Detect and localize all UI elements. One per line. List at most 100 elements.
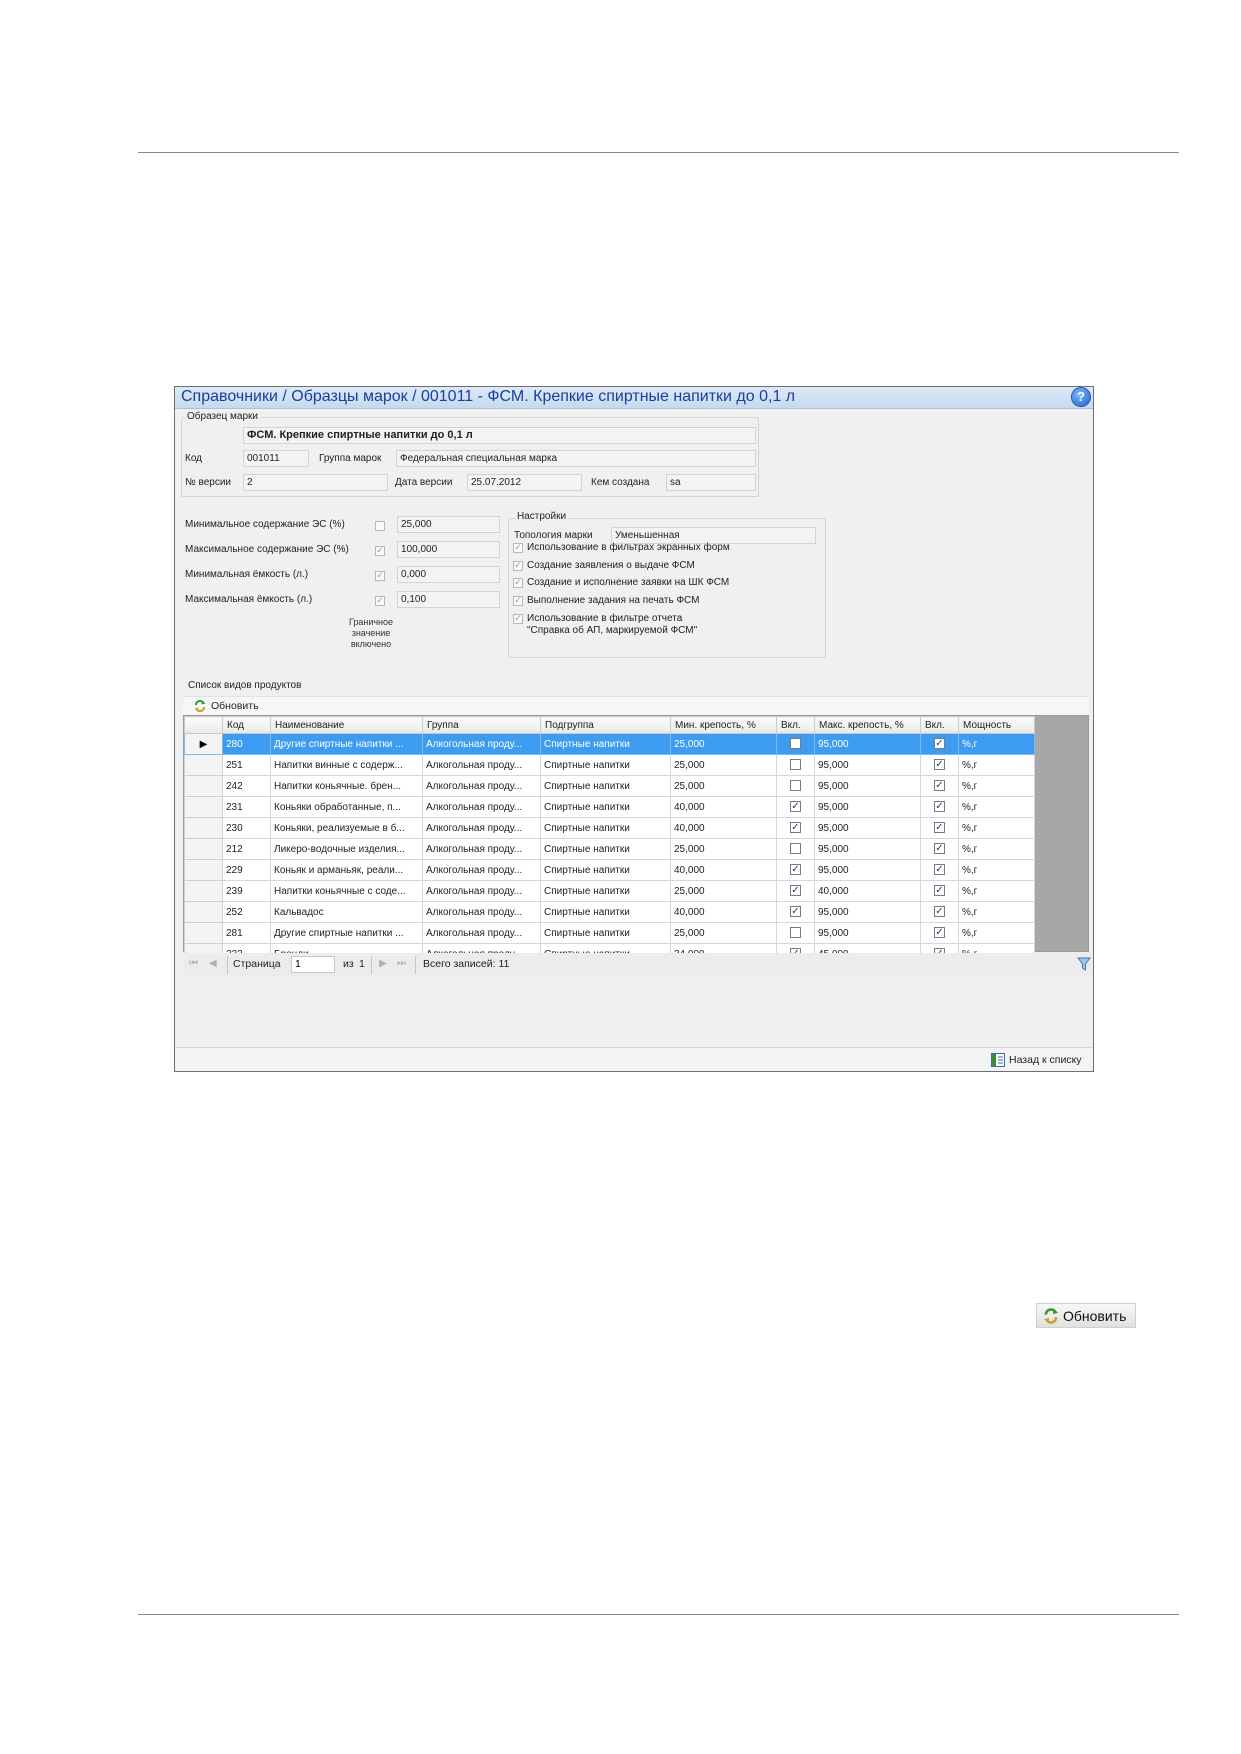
min-enabled-checkbox[interactable] — [790, 738, 801, 750]
column-header[interactable]: Вкл. — [776, 716, 815, 734]
table-row[interactable]: 239 Напитки коньячные с соде... Алкогольна… — [184, 880, 1035, 902]
min-enabled-cell — [776, 775, 815, 797]
max-enabled-checkbox[interactable]: ✓ — [934, 822, 945, 834]
page-footer-rule — [138, 1614, 1179, 1615]
max-enabled-checkbox[interactable]: ✓ — [934, 738, 945, 750]
column-header[interactable]: Наименование — [270, 716, 423, 734]
column-header[interactable]: Подгруппа — [540, 716, 671, 734]
power-cell: %,г — [958, 817, 1035, 839]
page-count: 1 — [359, 958, 365, 970]
column-header[interactable]: Группа — [422, 716, 541, 734]
max-vol-border-checkbox[interactable]: ✓ — [375, 596, 385, 606]
min-strength-cell: 25,000 — [670, 838, 777, 860]
group-cell: Алкогольная проду... — [422, 880, 541, 902]
max-es-border-checkbox[interactable]: ✓ — [375, 546, 385, 556]
table-row[interactable]: 212 Ликеро-водочные изделия... Алкогольная… — [184, 838, 1035, 860]
min-enabled-checkbox[interactable] — [790, 927, 801, 939]
back-to-list-button[interactable]: Назад к списку — [991, 1052, 1093, 1068]
sample-name-field[interactable]: ФСМ. Крепкие спиртные напитки до 0,1 л — [243, 427, 756, 444]
min-es-field[interactable]: 25,000 — [397, 516, 500, 533]
stamp-group-label: Группа марок — [319, 453, 382, 464]
column-header[interactable]: Код — [222, 716, 271, 734]
max-enabled-checkbox[interactable]: ✓ — [934, 843, 945, 855]
subgroup-cell: Спиртные напитки — [540, 922, 671, 944]
min-enabled-checkbox[interactable] — [790, 843, 801, 855]
version-date-label: Дата версии — [395, 477, 453, 488]
table-row[interactable]: 251 Напитки винные с содерж... Алкогольная… — [184, 754, 1035, 776]
max-es-field[interactable]: 100,000 — [397, 541, 500, 558]
table-row[interactable]: 229 Коньяк и арманьяк, реали... Алкогольна… — [184, 859, 1035, 881]
min-enabled-checkbox[interactable]: ✓ — [790, 801, 801, 813]
max-strength-cell: 95,000 — [814, 733, 921, 755]
min-strength-cell: 25,000 — [670, 733, 777, 755]
max-enabled-checkbox[interactable]: ✓ — [934, 864, 945, 876]
min-vol-label: Минимальная ёмкость (л.) — [185, 569, 309, 580]
help-icon[interactable]: ? — [1072, 388, 1090, 406]
standalone-refresh-button[interactable]: Обновить — [1036, 1303, 1136, 1328]
table-row[interactable]: 281 Другие спиртные напитки ... Алкогольна… — [184, 922, 1035, 944]
min-vol-border-checkbox[interactable]: ✓ — [375, 571, 385, 581]
table-row[interactable]: 230 Коньяки, реализуемые в б... Алкогольна… — [184, 817, 1035, 839]
column-header[interactable]: Мин. крепость, % — [670, 716, 777, 734]
power-cell: %,г — [958, 922, 1035, 944]
table-row[interactable]: 242 Напитки коньячные. брен... Алкогольная… — [184, 775, 1035, 797]
min-es-border-checkbox[interactable] — [375, 521, 385, 531]
row-selector[interactable] — [184, 901, 223, 923]
created-by-label: Кем создана — [591, 477, 650, 488]
window-footer: Назад к списку — [175, 1047, 1093, 1071]
prev-page-icon[interactable]: ◀ — [209, 958, 217, 969]
max-enabled-cell: ✓ — [920, 880, 959, 902]
max-enabled-checkbox[interactable]: ✓ — [934, 801, 945, 813]
created-by-field[interactable]: sa — [666, 474, 756, 491]
min-enabled-checkbox[interactable]: ✓ — [790, 864, 801, 876]
version-label: № версии — [185, 477, 232, 488]
row-selector[interactable] — [184, 838, 223, 860]
row-selector[interactable] — [184, 817, 223, 839]
version-date-field[interactable]: 25.07.2012 — [467, 474, 582, 491]
page-label: Страница — [233, 958, 281, 970]
row-selector[interactable] — [184, 880, 223, 902]
min-enabled-checkbox[interactable] — [790, 780, 801, 792]
min-enabled-checkbox[interactable] — [790, 759, 801, 771]
column-header[interactable]: Макс. крепость, % — [814, 716, 921, 734]
next-page-icon[interactable]: ▶ — [379, 958, 387, 969]
first-page-icon[interactable]: ⏮ — [189, 958, 198, 969]
row-selector[interactable] — [184, 859, 223, 881]
settings-option-checkbox[interactable]: ✓ — [513, 578, 523, 588]
column-header[interactable]: Вкл. — [920, 716, 959, 734]
row-selector[interactable]: ▶ — [184, 733, 223, 755]
row-selector[interactable] — [184, 775, 223, 797]
max-enabled-checkbox[interactable]: ✓ — [934, 927, 945, 939]
row-selector[interactable] — [184, 754, 223, 776]
settings-option-checkbox[interactable]: ✓ — [513, 561, 523, 571]
max-enabled-checkbox[interactable]: ✓ — [934, 885, 945, 897]
table-row[interactable]: 231 Коньяки обработанные, п... Алкогольная… — [184, 796, 1035, 818]
version-field[interactable]: 2 — [243, 474, 388, 491]
row-selector[interactable] — [184, 796, 223, 818]
name-cell: Коньяк и арманьяк, реали... — [270, 859, 423, 881]
column-header[interactable]: Мощность — [958, 716, 1035, 734]
settings-option-checkbox[interactable]: ✓ — [513, 614, 523, 624]
last-page-icon[interactable]: ⏭ — [397, 958, 406, 969]
power-cell: %,г — [958, 880, 1035, 902]
table-row[interactable]: ▶ 280 Другие спиртные напитки ... Алкогольн… — [184, 733, 1035, 755]
max-enabled-checkbox[interactable]: ✓ — [934, 906, 945, 918]
max-enabled-checkbox[interactable]: ✓ — [934, 780, 945, 792]
filter-icon[interactable] — [1077, 957, 1091, 971]
group-cell: Алкогольная проду... — [422, 922, 541, 944]
settings-option-checkbox[interactable]: ✓ — [513, 596, 523, 606]
page-input[interactable]: 1 — [291, 956, 335, 973]
settings-option-checkbox[interactable]: ✓ — [513, 543, 523, 553]
max-vol-field[interactable]: 0,100 — [397, 591, 500, 608]
stamp-group-field[interactable]: Федеральная специальная марка — [396, 450, 756, 467]
code-field[interactable]: 001011 — [243, 450, 309, 467]
products-section-label: Список видов продуктов — [188, 680, 302, 691]
min-vol-field[interactable]: 0,000 — [397, 566, 500, 583]
row-selector[interactable] — [184, 922, 223, 944]
max-es-label: Максимальное содержание ЭС (%) — [185, 544, 349, 555]
max-enabled-checkbox[interactable]: ✓ — [934, 759, 945, 771]
min-enabled-checkbox[interactable]: ✓ — [790, 822, 801, 834]
table-row[interactable]: 252 Кальвадос Алкогольная проду... Спиртные… — [184, 901, 1035, 923]
min-enabled-checkbox[interactable]: ✓ — [790, 906, 801, 918]
min-enabled-checkbox[interactable]: ✓ — [790, 885, 801, 897]
